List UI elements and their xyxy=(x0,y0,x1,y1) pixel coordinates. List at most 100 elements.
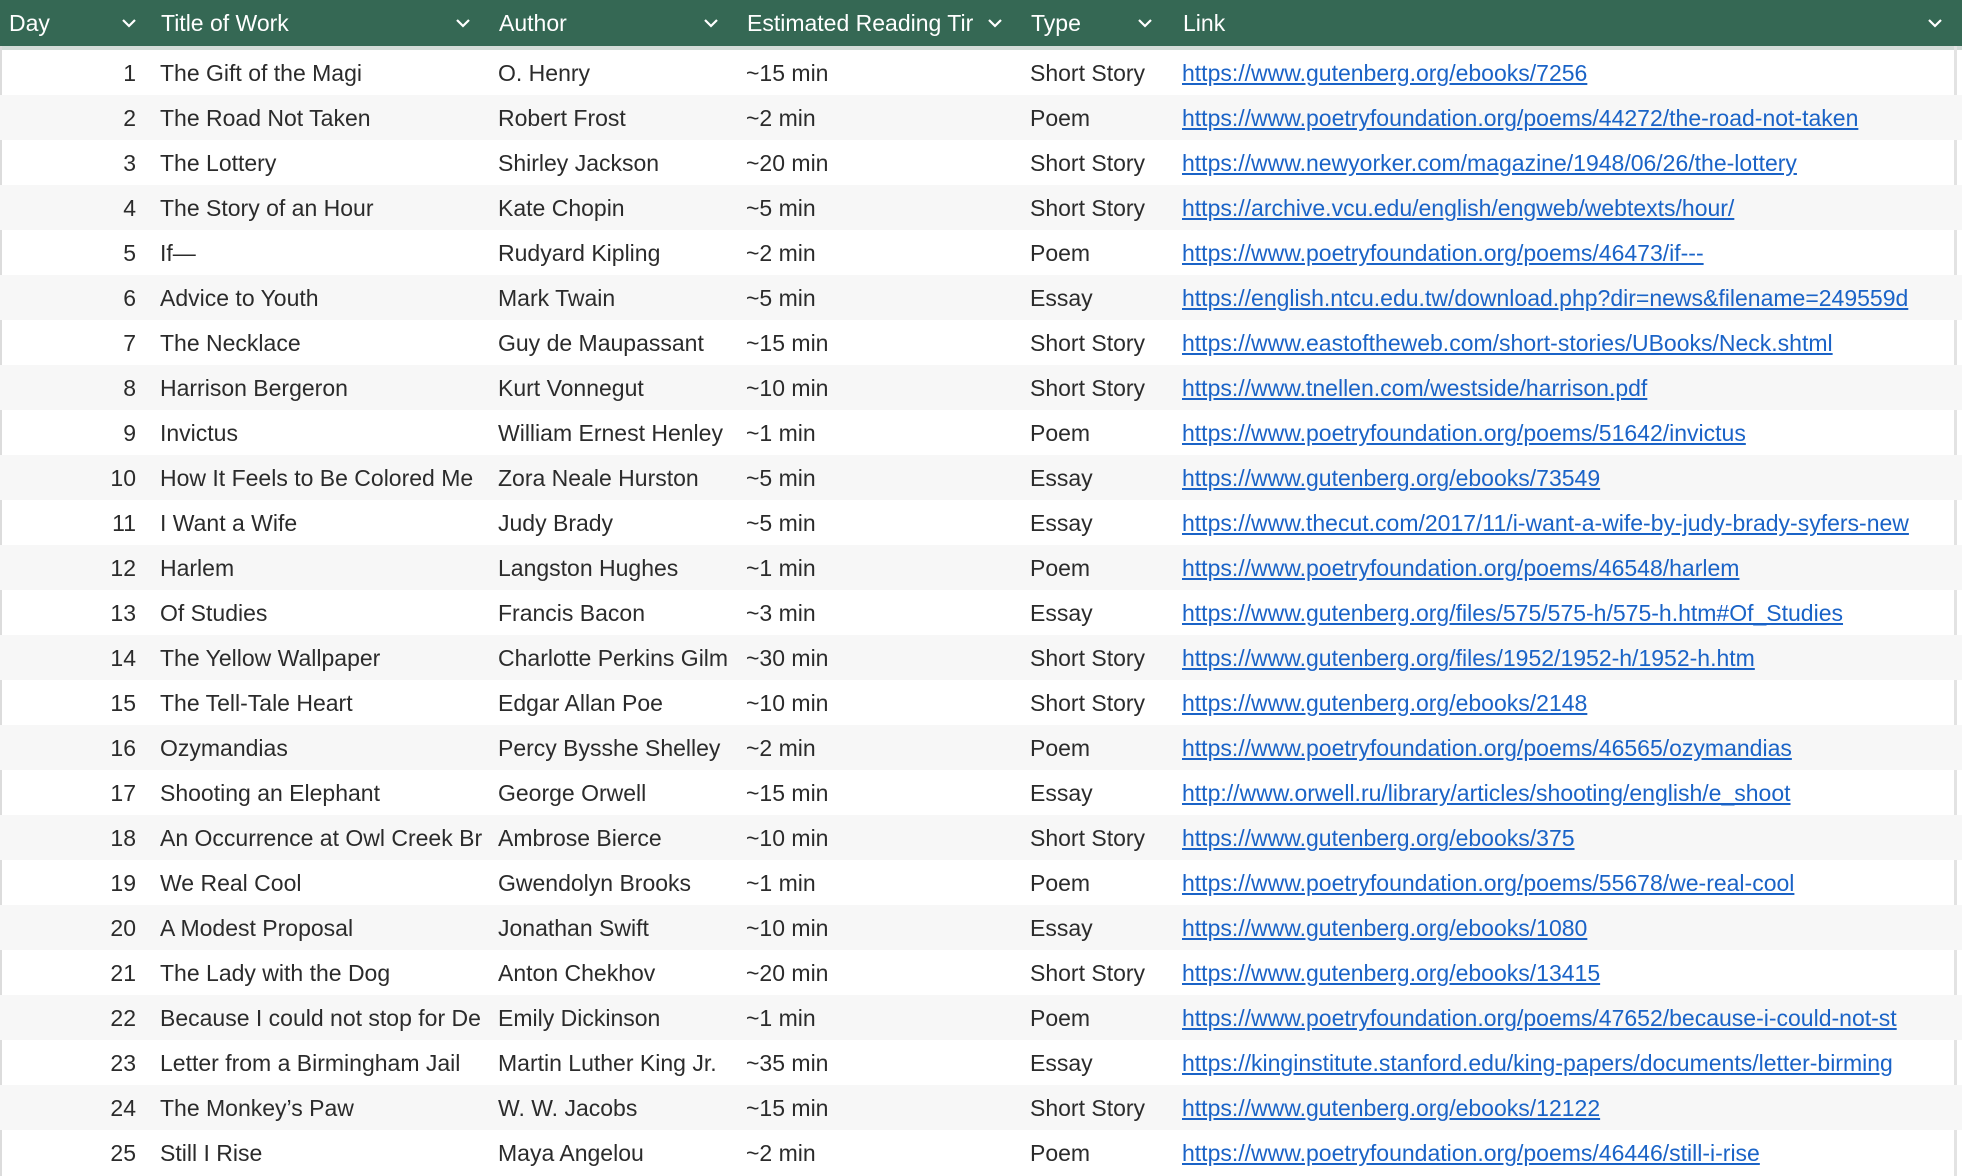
reading-link[interactable]: https://www.poetryfoundation.org/poems/4… xyxy=(1182,240,1704,266)
cell-title[interactable]: The Necklace xyxy=(160,320,486,365)
cell-reading-time[interactable]: ~5 min xyxy=(746,455,1026,500)
cell-reading-time[interactable]: ~2 min xyxy=(746,725,1026,770)
reading-link[interactable]: https://www.gutenberg.org/ebooks/12122 xyxy=(1182,1095,1600,1121)
chevron-down-icon[interactable] xyxy=(1130,0,1160,46)
cell-type[interactable]: Essay xyxy=(1030,500,1176,545)
cell-type[interactable]: Essay xyxy=(1030,1040,1176,1085)
table-row[interactable]: 13 Of Studies Francis Bacon ~3 min Essay http… xyxy=(0,590,1962,635)
cell-link[interactable]: https://www.gutenberg.org/files/575/575-… xyxy=(1182,590,1954,635)
cell-type[interactable]: Essay xyxy=(1030,905,1176,950)
table-row[interactable]: 18 An Occurrence at Owl Creek Br Ambrose B… xyxy=(0,815,1962,860)
table-row[interactable]: 15 The Tell-Tale Heart Edgar Allan Poe ~10 … xyxy=(0,680,1962,725)
cell-title[interactable]: Because I could not stop for De xyxy=(160,995,486,1040)
cell-title[interactable]: The Story of an Hour xyxy=(160,185,486,230)
cell-reading-time[interactable]: ~20 min xyxy=(746,950,1026,995)
table-row[interactable]: 22 Because I could not stop for De Emily D… xyxy=(0,995,1962,1040)
cell-author[interactable]: Kate Chopin xyxy=(498,185,738,230)
cell-day[interactable]: 9 xyxy=(0,410,144,455)
cell-day[interactable]: 21 xyxy=(0,950,144,995)
cell-link[interactable]: https://archive.vcu.edu/english/engweb/w… xyxy=(1182,185,1954,230)
cell-day[interactable]: 14 xyxy=(0,635,144,680)
cell-day[interactable]: 19 xyxy=(0,860,144,905)
cell-link[interactable]: https://www.newyorker.com/magazine/1948/… xyxy=(1182,140,1954,185)
cell-title[interactable]: The Tell-Tale Heart xyxy=(160,680,486,725)
cell-link[interactable]: https://www.poetryfoundation.org/poems/4… xyxy=(1182,995,1954,1040)
cell-reading-time[interactable]: ~15 min xyxy=(746,50,1026,95)
cell-link[interactable]: https://www.eastoftheweb.com/short-stori… xyxy=(1182,320,1954,365)
cell-title[interactable]: Shooting an Elephant xyxy=(160,770,486,815)
cell-link[interactable]: https://english.ntcu.edu.tw/download.php… xyxy=(1182,275,1954,320)
cell-link[interactable]: http://www.orwell.ru/library/articles/sh… xyxy=(1182,770,1954,815)
cell-day[interactable]: 12 xyxy=(0,545,144,590)
reading-link[interactable]: https://www.poetryfoundation.org/poems/4… xyxy=(1182,555,1739,581)
cell-link[interactable]: https://www.gutenberg.org/ebooks/7256 xyxy=(1182,50,1954,95)
cell-day[interactable]: 22 xyxy=(0,995,144,1040)
table-row[interactable]: 24 The Monkey’s Paw W. W. Jacobs ~15 min Sho… xyxy=(0,1085,1962,1130)
cell-day[interactable]: 7 xyxy=(0,320,144,365)
header-time[interactable]: Estimated Reading Tir xyxy=(738,0,1010,46)
cell-link[interactable]: https://www.gutenberg.org/ebooks/1080 xyxy=(1182,905,1954,950)
cell-reading-time[interactable]: ~15 min xyxy=(746,770,1026,815)
table-row[interactable]: 7 The Necklace Guy de Maupassant ~15 min Sho… xyxy=(0,320,1962,365)
cell-link[interactable]: https://www.poetryfoundation.org/poems/5… xyxy=(1182,860,1954,905)
cell-day[interactable]: 8 xyxy=(0,365,144,410)
cell-type[interactable]: Essay xyxy=(1030,590,1176,635)
cell-title[interactable]: The Road Not Taken xyxy=(160,95,486,140)
cell-type[interactable]: Essay xyxy=(1030,455,1176,500)
cell-day[interactable]: 16 xyxy=(0,725,144,770)
cell-link[interactable]: https://kinginstitute.stanford.edu/king-… xyxy=(1182,1040,1954,1085)
cell-day[interactable]: 3 xyxy=(0,140,144,185)
table-row[interactable]: 6 Advice to Youth Mark Twain ~5 min Essay htt… xyxy=(0,275,1962,320)
cell-reading-time[interactable]: ~1 min xyxy=(746,860,1026,905)
reading-link[interactable]: https://www.poetryfoundation.org/poems/4… xyxy=(1182,735,1792,761)
cell-link[interactable]: https://www.poetryfoundation.org/poems/4… xyxy=(1182,725,1954,770)
cell-day[interactable]: 25 xyxy=(0,1130,144,1175)
reading-link[interactable]: https://www.gutenberg.org/files/1952/195… xyxy=(1182,645,1755,671)
cell-reading-time[interactable]: ~15 min xyxy=(746,320,1026,365)
reading-link[interactable]: https://www.poetryfoundation.org/poems/5… xyxy=(1182,870,1794,896)
cell-title[interactable]: The Lottery xyxy=(160,140,486,185)
cell-author[interactable]: Mark Twain xyxy=(498,275,738,320)
cell-type[interactable]: Short Story xyxy=(1030,1085,1176,1130)
reading-link[interactable]: https://www.gutenberg.org/ebooks/7256 xyxy=(1182,60,1587,86)
cell-author[interactable]: Ambrose Bierce xyxy=(498,815,738,860)
cell-reading-time[interactable]: ~5 min xyxy=(746,185,1026,230)
cell-day[interactable]: 24 xyxy=(0,1085,144,1130)
cell-reading-time[interactable]: ~10 min xyxy=(746,815,1026,860)
chevron-down-icon[interactable] xyxy=(448,0,478,46)
cell-link[interactable]: https://www.poetryfoundation.org/poems/5… xyxy=(1182,410,1954,455)
cell-type[interactable]: Short Story xyxy=(1030,185,1176,230)
cell-day[interactable]: 17 xyxy=(0,770,144,815)
reading-link[interactable]: https://kinginstitute.stanford.edu/king-… xyxy=(1182,1050,1893,1076)
cell-type[interactable]: Poem xyxy=(1030,725,1176,770)
cell-reading-time[interactable]: ~15 min xyxy=(746,1085,1026,1130)
table-row[interactable]: 2 The Road Not Taken Robert Frost ~2 min Poe… xyxy=(0,95,1962,140)
cell-type[interactable]: Poem xyxy=(1030,860,1176,905)
cell-author[interactable]: Anton Chekhov xyxy=(498,950,738,995)
cell-type[interactable]: Short Story xyxy=(1030,320,1176,365)
table-row[interactable]: 20 A Modest Proposal Jonathan Swift ~10 min… xyxy=(0,905,1962,950)
table-row[interactable]: 19 We Real Cool Gwendolyn Brooks ~1 min Poem… xyxy=(0,860,1962,905)
reading-link[interactable]: https://www.gutenberg.org/ebooks/1080 xyxy=(1182,915,1587,941)
cell-author[interactable]: Robert Frost xyxy=(498,95,738,140)
table-row[interactable]: 17 Shooting an Elephant George Orwell ~15 m… xyxy=(0,770,1962,815)
header-title[interactable]: Title of Work xyxy=(152,0,478,46)
cell-reading-time[interactable]: ~1 min xyxy=(746,995,1026,1040)
cell-author[interactable]: Edgar Allan Poe xyxy=(498,680,738,725)
reading-link[interactable]: https://www.poetryfoundation.org/poems/4… xyxy=(1182,1140,1760,1166)
cell-reading-time[interactable]: ~3 min xyxy=(746,590,1026,635)
cell-day[interactable]: 10 xyxy=(0,455,144,500)
cell-reading-time[interactable]: ~2 min xyxy=(746,95,1026,140)
reading-link[interactable]: https://www.poetryfoundation.org/poems/5… xyxy=(1182,420,1746,446)
cell-link[interactable]: https://www.gutenberg.org/ebooks/13415 xyxy=(1182,950,1954,995)
cell-title[interactable]: The Monkey’s Paw xyxy=(160,1085,486,1130)
cell-day[interactable]: 18 xyxy=(0,815,144,860)
cell-day[interactable]: 6 xyxy=(0,275,144,320)
cell-reading-time[interactable]: ~10 min xyxy=(746,905,1026,950)
cell-author[interactable]: Maya Angelou xyxy=(498,1130,738,1175)
cell-type[interactable]: Poem xyxy=(1030,545,1176,590)
cell-day[interactable]: 23 xyxy=(0,1040,144,1085)
cell-day[interactable]: 5 xyxy=(0,230,144,275)
cell-author[interactable]: W. W. Jacobs xyxy=(498,1085,738,1130)
cell-title[interactable]: Invictus xyxy=(160,410,486,455)
